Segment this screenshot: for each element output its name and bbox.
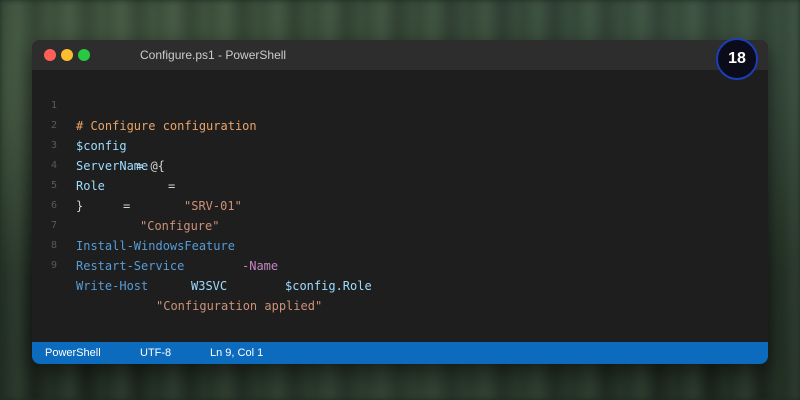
close-window-button[interactable]	[44, 49, 56, 61]
code-line: 3 ServerName = "SRV-01"	[32, 116, 768, 213]
command-token: Write-Host	[76, 279, 149, 293]
editor-window: Configure.ps1 - PowerShell 1 # Configure…	[32, 40, 768, 364]
code-line: 4 Role = "Configure"	[32, 136, 768, 233]
variable-token: $config.Role	[285, 279, 372, 293]
code-line: 2 $config = @{	[32, 96, 768, 173]
command-token: Restart-Service	[76, 259, 185, 273]
code-line: 8 Restart-Service W3SVC	[32, 216, 768, 293]
code-line: 1 # Configure configuration	[32, 76, 768, 133]
title-bar: Configure.ps1 - PowerShell	[32, 40, 768, 70]
status-encoding[interactable]: UTF-8	[140, 342, 171, 364]
code-line: 9 Write-Host "Configuration applied"	[32, 236, 768, 313]
minimize-window-button[interactable]	[61, 49, 73, 61]
code-line: 7 Install-WindowsFeature -Name $config.R…	[32, 196, 768, 293]
status-cursor-position[interactable]: Ln 9, Col 1	[210, 342, 263, 364]
step-number-badge: 18	[716, 38, 758, 80]
window-title: Configure.ps1 - PowerShell	[140, 48, 287, 62]
maximize-window-button[interactable]	[78, 49, 90, 61]
code-line: 6	[32, 176, 768, 211]
string-token: "Configuration applied"	[156, 299, 323, 313]
status-language[interactable]: PowerShell	[45, 342, 101, 364]
code-line: 5 }	[32, 156, 768, 213]
argument-token: W3SVC	[191, 279, 228, 293]
status-bar: PowerShell UTF-8 Ln 9, Col 1	[32, 342, 768, 364]
line-number: 9	[50, 260, 58, 271]
code-editor[interactable]: 1 # Configure configuration 2 $config = …	[32, 70, 768, 342]
parameter-token: -Name	[242, 259, 279, 273]
